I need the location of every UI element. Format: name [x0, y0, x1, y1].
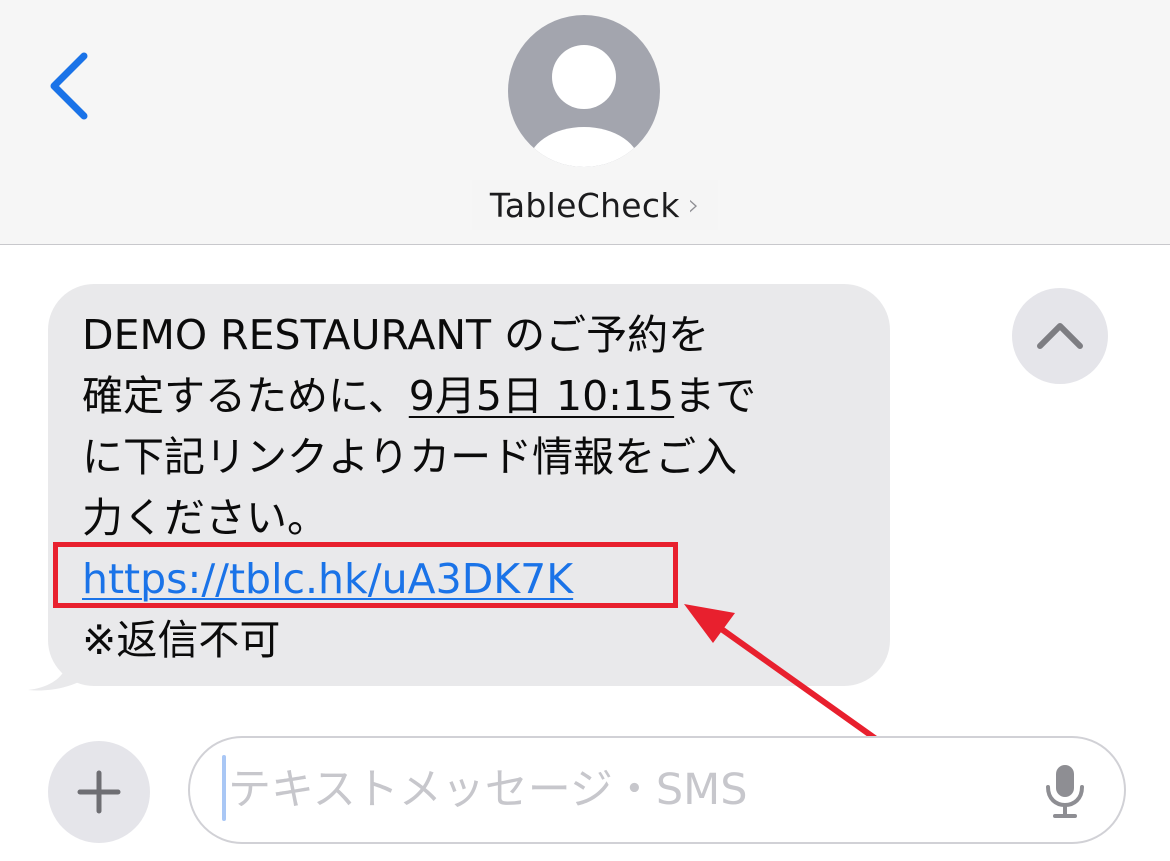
url-link[interactable]: https://tblc.hk/uA3DK7K	[82, 555, 573, 603]
no-reply-note: ※返信不可	[82, 616, 281, 664]
microphone-icon	[1046, 765, 1084, 818]
message-text: DEMO RESTAURANT のご予約を 確定するために、9月5日 10:15…	[82, 305, 872, 671]
message-line: 力ください。	[82, 494, 328, 542]
collapse-button[interactable]	[1012, 288, 1108, 384]
contact-name-button[interactable]: TableCheck ›	[472, 180, 718, 230]
date-link[interactable]: 9月5日 10:15	[409, 372, 674, 420]
contact-avatar[interactable]	[508, 15, 660, 167]
message-line: https://tblc.hk/uA3DK7K	[82, 549, 872, 610]
person-avatar-icon	[508, 15, 660, 167]
message-line: 確定するために、9月5日 10:15まで	[82, 366, 872, 427]
chevron-up-icon	[1037, 323, 1083, 349]
contact-name: TableCheck	[489, 185, 680, 225]
message-line: に下記リンクよりカード情報をご入	[82, 433, 738, 481]
text-cursor	[222, 755, 226, 821]
chevron-left-icon	[50, 52, 88, 120]
chevron-right-icon: ›	[687, 187, 701, 223]
message-text-segment: 確定するために、	[82, 372, 409, 420]
message-text-segment: まで	[674, 372, 757, 420]
message-input-placeholder: テキストメッセージ・SMS	[228, 765, 748, 815]
back-button[interactable]	[40, 48, 100, 128]
conversation-header: TableCheck ›	[0, 0, 1170, 245]
plus-icon	[77, 770, 121, 814]
add-attachment-button[interactable]	[48, 741, 150, 843]
message-line: DEMO RESTAURANT のご予約を	[82, 311, 710, 359]
dictation-button[interactable]	[1040, 763, 1090, 819]
